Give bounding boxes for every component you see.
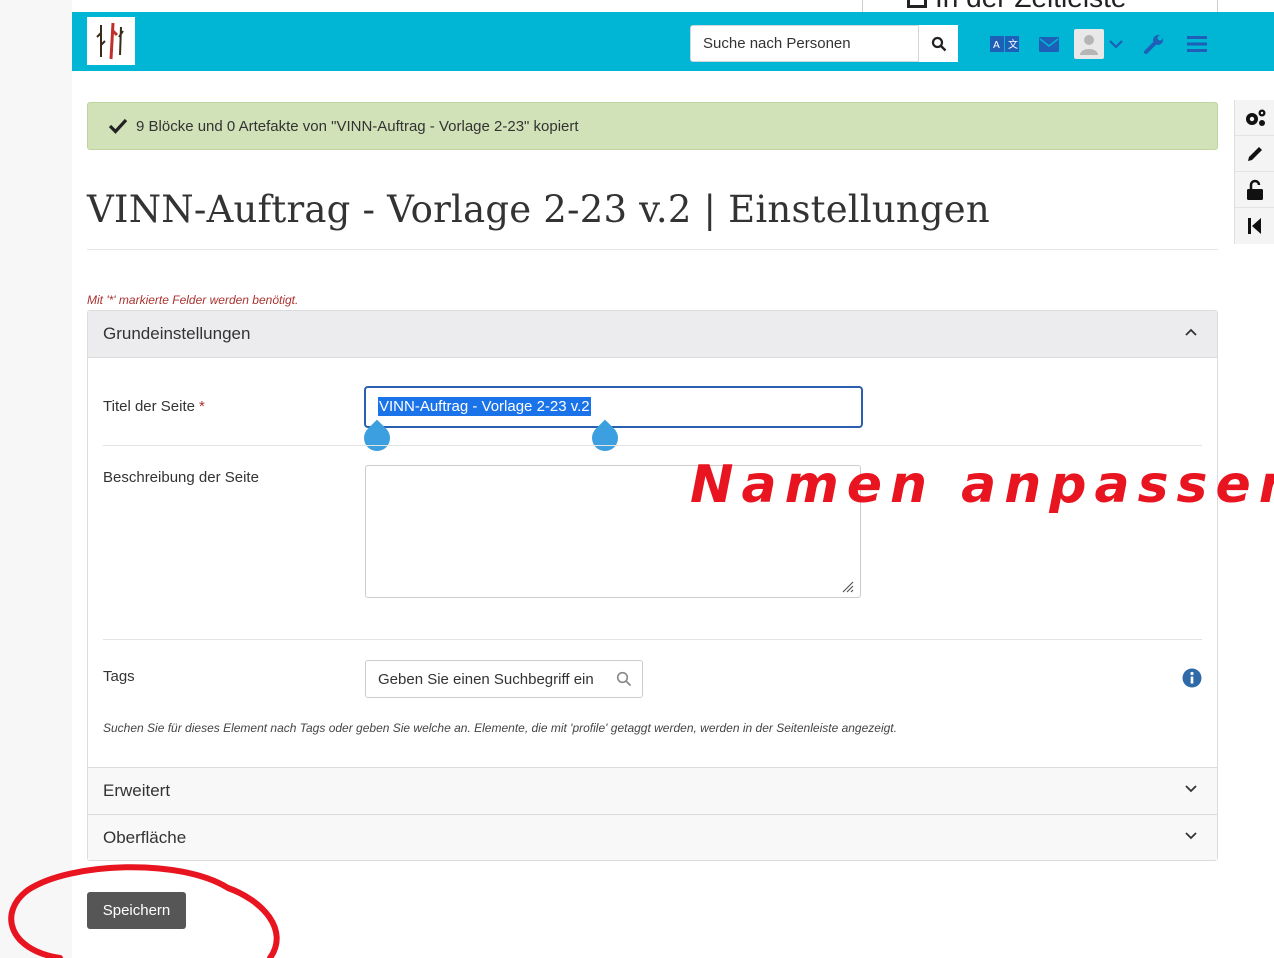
surface-settings-title: Oberfläche: [103, 827, 187, 847]
main-menu-button[interactable]: [1186, 32, 1208, 56]
back-to-start-icon: [1248, 218, 1261, 234]
chevron-down-icon: [1185, 832, 1197, 840]
tags-placeholder: Geben Sie einen Suchbegriff ein: [378, 671, 594, 688]
people-search-input[interactable]: [703, 35, 943, 52]
title-label: Titel der Seite *: [103, 398, 205, 415]
page-title-input[interactable]: VINN-Auftrag - Vorlage 2-23 v.2: [364, 386, 863, 428]
search-icon: [616, 671, 632, 687]
pencil-icon: [1248, 146, 1262, 161]
user-menu-button[interactable]: [1074, 29, 1104, 59]
search-icon: [931, 36, 946, 51]
success-alert: 9 Blöcke und 0 Artefakte von "VINN-Auftr…: [87, 102, 1218, 150]
page-title: VINN-Auftrag - Vorlage 2-23 v.2 | Einste…: [87, 188, 990, 231]
page-description-textarea[interactable]: [365, 465, 861, 598]
checkmark-icon: [108, 118, 128, 134]
return-tool-button[interactable]: [1235, 208, 1274, 244]
document-icon: [907, 0, 927, 8]
field-divider: [103, 445, 1202, 446]
inbox-button[interactable]: [1038, 32, 1060, 56]
field-divider: [103, 639, 1202, 640]
surface-settings-header[interactable]: Oberfläche: [88, 814, 1217, 860]
user-avatar-icon: [1080, 35, 1098, 55]
user-menu-toggle[interactable]: [1108, 32, 1124, 56]
top-header: A文: [72, 12, 1274, 71]
background-window: In der Zeitleiste: [862, 0, 1218, 12]
left-margin: [0, 0, 72, 958]
background-window-text: In der Zeitleiste: [935, 0, 1126, 12]
site-logo[interactable]: [87, 17, 135, 65]
settings-panel: Grundeinstellungen Titel der Seite * VINN…: [87, 310, 1218, 861]
title-divider: [87, 249, 1218, 250]
tags-help-text: Suchen Sie für dieses Element nach Tags …: [103, 721, 897, 735]
svg-text:文: 文: [1008, 38, 1018, 51]
required-fields-note: Mit '*' markierte Felder werden benötigt…: [87, 293, 299, 307]
settings-tool-button[interactable]: [1235, 100, 1274, 136]
language-icon: A文: [990, 36, 1019, 52]
save-button[interactable]: Speichern: [87, 892, 186, 929]
alert-message: 9 Blöcke und 0 Artefakte von "VINN-Auftr…: [136, 117, 579, 135]
share-tool-button[interactable]: [1235, 172, 1274, 208]
gears-icon: [1246, 109, 1266, 126]
chevron-down-icon: [1185, 785, 1197, 793]
page-title-selected-text: VINN-Auftrag - Vorlage 2-23 v.2: [378, 397, 591, 416]
advanced-settings-title: Erweitert: [103, 781, 171, 800]
tags-search-input[interactable]: Geben Sie einen Suchbegriff ein: [365, 660, 643, 698]
description-label: Beschreibung der Seite: [103, 469, 259, 486]
admin-button[interactable]: [1142, 32, 1166, 56]
advanced-settings-header[interactable]: Erweitert: [88, 767, 1217, 814]
svg-text:A: A: [993, 40, 1000, 51]
search-button[interactable]: [918, 25, 958, 62]
page-tools: [1234, 100, 1274, 244]
info-icon[interactable]: [1182, 668, 1202, 688]
wrench-icon: [1144, 35, 1163, 54]
resize-grip-icon[interactable]: [840, 579, 854, 593]
chevron-up-icon: [1185, 328, 1197, 336]
language-button[interactable]: A文: [989, 32, 1021, 56]
basic-settings-header[interactable]: Grundeinstellungen: [88, 311, 1217, 358]
mail-icon: [1039, 36, 1059, 52]
unlock-icon: [1247, 179, 1263, 200]
basic-settings-title: Grundeinstellungen: [103, 324, 251, 343]
menu-icon: [1187, 36, 1207, 52]
tags-label: Tags: [103, 668, 135, 685]
chevron-down-icon: [1109, 39, 1123, 49]
edit-tool-button[interactable]: [1235, 136, 1274, 172]
